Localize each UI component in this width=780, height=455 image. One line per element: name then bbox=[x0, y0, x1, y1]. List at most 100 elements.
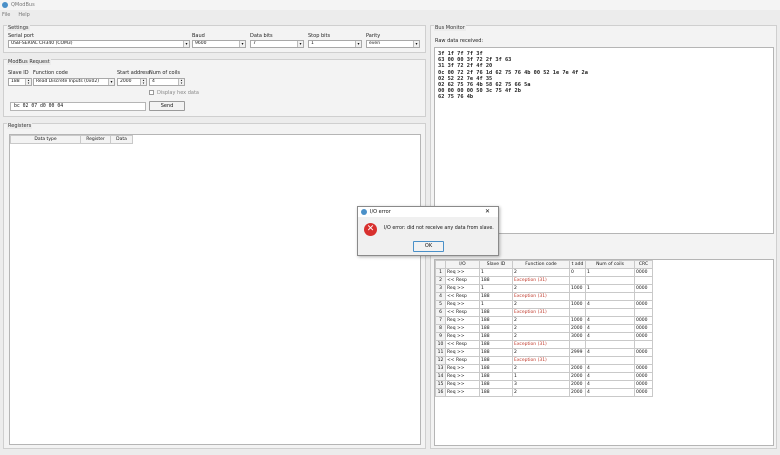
cell-slave: 188 bbox=[479, 340, 513, 349]
cell-io: Req >> bbox=[445, 332, 480, 341]
col-data[interactable]: Data bbox=[110, 135, 133, 144]
table-row[interactable]: 13 Req >> 188 2 2000 4 0000 bbox=[435, 364, 653, 373]
menu-file[interactable]: File bbox=[2, 12, 10, 18]
cell-coils: 4 bbox=[585, 332, 635, 341]
cell-slave: 188 bbox=[479, 380, 513, 389]
table-row[interactable]: 11 Req >> 188 2 2999 4 0000 bbox=[435, 348, 653, 357]
cell-slave: 1 bbox=[479, 284, 513, 293]
table-row[interactable]: 10 << Resp 188 Exception (31) bbox=[435, 340, 653, 349]
col-function-code[interactable]: Function code bbox=[512, 260, 570, 269]
display-hex-checkbox[interactable] bbox=[149, 90, 154, 95]
spin-arrows-icon[interactable]: ▴ ▾ bbox=[178, 79, 184, 85]
registers-table[interactable]: Data type Register Data bbox=[9, 134, 421, 445]
cell-coils: 4 bbox=[585, 380, 635, 389]
cell-func: Exception (31) bbox=[512, 340, 570, 349]
dialog-message: I/O error: did not receive any data from… bbox=[384, 226, 494, 231]
stop-bits-select[interactable]: 1 ▾ bbox=[308, 40, 362, 48]
cell-crc bbox=[634, 276, 653, 285]
col-io[interactable]: I/O bbox=[445, 260, 480, 269]
slave-id-spinbox[interactable]: 188 ▴ ▾ bbox=[8, 78, 32, 86]
cell-crc: 0000 bbox=[634, 372, 653, 381]
function-code-label: Function code bbox=[33, 70, 68, 76]
modbus-request-group: ModBus Request Slave ID 188 ▴ ▾ Function … bbox=[3, 59, 426, 117]
cell-crc: 0000 bbox=[634, 268, 653, 277]
table-row[interactable]: 16 Req >> 188 2 2000 4 0000 bbox=[435, 388, 653, 397]
cell-crc bbox=[634, 292, 653, 301]
col-num-coils[interactable]: Num of coils bbox=[585, 260, 635, 269]
table-row[interactable]: 15 Req >> 188 3 2000 4 0000 bbox=[435, 380, 653, 389]
serial-port-select[interactable]: USB-SERIAL CH340 (COM3) ▾ bbox=[8, 40, 190, 48]
parity-label: Parity bbox=[366, 33, 381, 39]
table-row[interactable]: 3 Req >> 1 2 1000 1 0000 bbox=[435, 284, 653, 293]
start-address-label: Start address bbox=[117, 70, 151, 76]
cell-addr: 2000 bbox=[569, 388, 586, 397]
chevron-down-icon: ▾ bbox=[108, 79, 114, 85]
table-row[interactable]: 4 << Resp 188 Exception (31) bbox=[435, 292, 653, 301]
cell-slave: 188 bbox=[479, 316, 513, 325]
cell-func: Exception (31) bbox=[512, 276, 570, 285]
col-start-address[interactable]: t add bbox=[569, 260, 586, 269]
cell-crc: 0000 bbox=[634, 324, 653, 333]
bus-log-view[interactable]: I/O Slave ID Function code t add Num of … bbox=[434, 259, 774, 446]
row-number: 3 bbox=[435, 284, 446, 293]
cell-coils: 4 bbox=[585, 388, 635, 397]
cell-io: << Resp bbox=[445, 276, 480, 285]
dialog-title: I/O error bbox=[370, 209, 391, 215]
cell-crc: 0000 bbox=[634, 284, 653, 293]
col-data-type[interactable]: Data type bbox=[10, 135, 81, 144]
col-crc[interactable]: CRC bbox=[634, 260, 653, 269]
table-row[interactable]: 9 Req >> 188 2 3000 4 0000 bbox=[435, 332, 653, 341]
cell-addr: 2000 bbox=[569, 380, 586, 389]
cell-crc bbox=[634, 308, 653, 317]
data-bits-select[interactable]: 7 ▾ bbox=[250, 40, 304, 48]
spin-arrows-icon[interactable]: ▴ ▾ bbox=[140, 79, 146, 85]
dialog-title-bar: I/O error ✕ bbox=[358, 207, 498, 217]
baud-label: Baud bbox=[192, 33, 205, 39]
baud-select[interactable]: 9600 ▾ bbox=[192, 40, 246, 48]
table-row[interactable]: 2 << Resp 188 Exception (31) bbox=[435, 276, 653, 285]
cell-crc: 0000 bbox=[634, 380, 653, 389]
cell-coils bbox=[585, 276, 635, 285]
send-button[interactable]: Send bbox=[149, 101, 185, 111]
num-coils-spinbox[interactable]: 4 ▴ ▾ bbox=[149, 78, 185, 86]
chevron-down-icon: ▾ bbox=[413, 41, 419, 47]
cell-io: Req >> bbox=[445, 372, 480, 381]
cell-io: << Resp bbox=[445, 292, 480, 301]
table-row[interactable]: 8 Req >> 188 2 2000 4 0000 bbox=[435, 324, 653, 333]
spin-arrows-icon[interactable]: ▴ ▾ bbox=[25, 79, 31, 85]
table-row[interactable]: 7 Req >> 188 2 1000 4 0000 bbox=[435, 316, 653, 325]
menu-help[interactable]: Help bbox=[18, 12, 29, 18]
row-number: 7 bbox=[435, 316, 446, 325]
cell-crc: 0000 bbox=[634, 364, 653, 373]
function-code-select[interactable]: Read Discrete Inputs (0x02) ▾ bbox=[33, 78, 115, 86]
parity-select[interactable]: even ▾ bbox=[366, 40, 420, 48]
cell-io: Req >> bbox=[445, 284, 480, 293]
settings-title: Settings bbox=[7, 25, 30, 31]
table-row[interactable]: 1 Req >> 1 2 0 1 0000 bbox=[435, 268, 653, 277]
error-icon: ✕ bbox=[364, 223, 377, 236]
col-slave-id[interactable]: Slave ID bbox=[479, 260, 513, 269]
table-row[interactable]: 12 << Resp 188 Exception (31) bbox=[435, 356, 653, 365]
cell-addr: 0 bbox=[569, 268, 586, 277]
row-number: 14 bbox=[435, 372, 446, 381]
chevron-down-icon: ▾ bbox=[297, 41, 303, 47]
cell-slave: 188 bbox=[479, 324, 513, 333]
cell-coils: 1 bbox=[585, 268, 635, 277]
cell-func: 2 bbox=[512, 364, 570, 373]
col-register[interactable]: Register bbox=[80, 135, 111, 144]
table-row[interactable]: 5 Req >> 1 2 1000 4 0000 bbox=[435, 300, 653, 309]
bus-monitor-title: Bus Monitor bbox=[434, 25, 466, 31]
cell-addr: 2000 bbox=[569, 324, 586, 333]
close-icon[interactable]: ✕ bbox=[485, 208, 490, 215]
cell-io: Req >> bbox=[445, 300, 480, 309]
cell-func: 3 bbox=[512, 380, 570, 389]
cell-slave: 188 bbox=[479, 348, 513, 357]
title-bar: QModBus bbox=[0, 0, 780, 10]
ok-button[interactable]: OK bbox=[413, 241, 444, 252]
row-number: 8 bbox=[435, 324, 446, 333]
cell-slave: 188 bbox=[479, 292, 513, 301]
io-error-dialog[interactable]: I/O error ✕ ✕ I/O error: did not receive… bbox=[357, 206, 499, 256]
start-address-spinbox[interactable]: 2000 ▴ ▾ bbox=[117, 78, 147, 86]
table-row[interactable]: 14 Req >> 188 1 2000 4 0000 bbox=[435, 372, 653, 381]
table-row[interactable]: 6 << Resp 188 Exception (31) bbox=[435, 308, 653, 317]
